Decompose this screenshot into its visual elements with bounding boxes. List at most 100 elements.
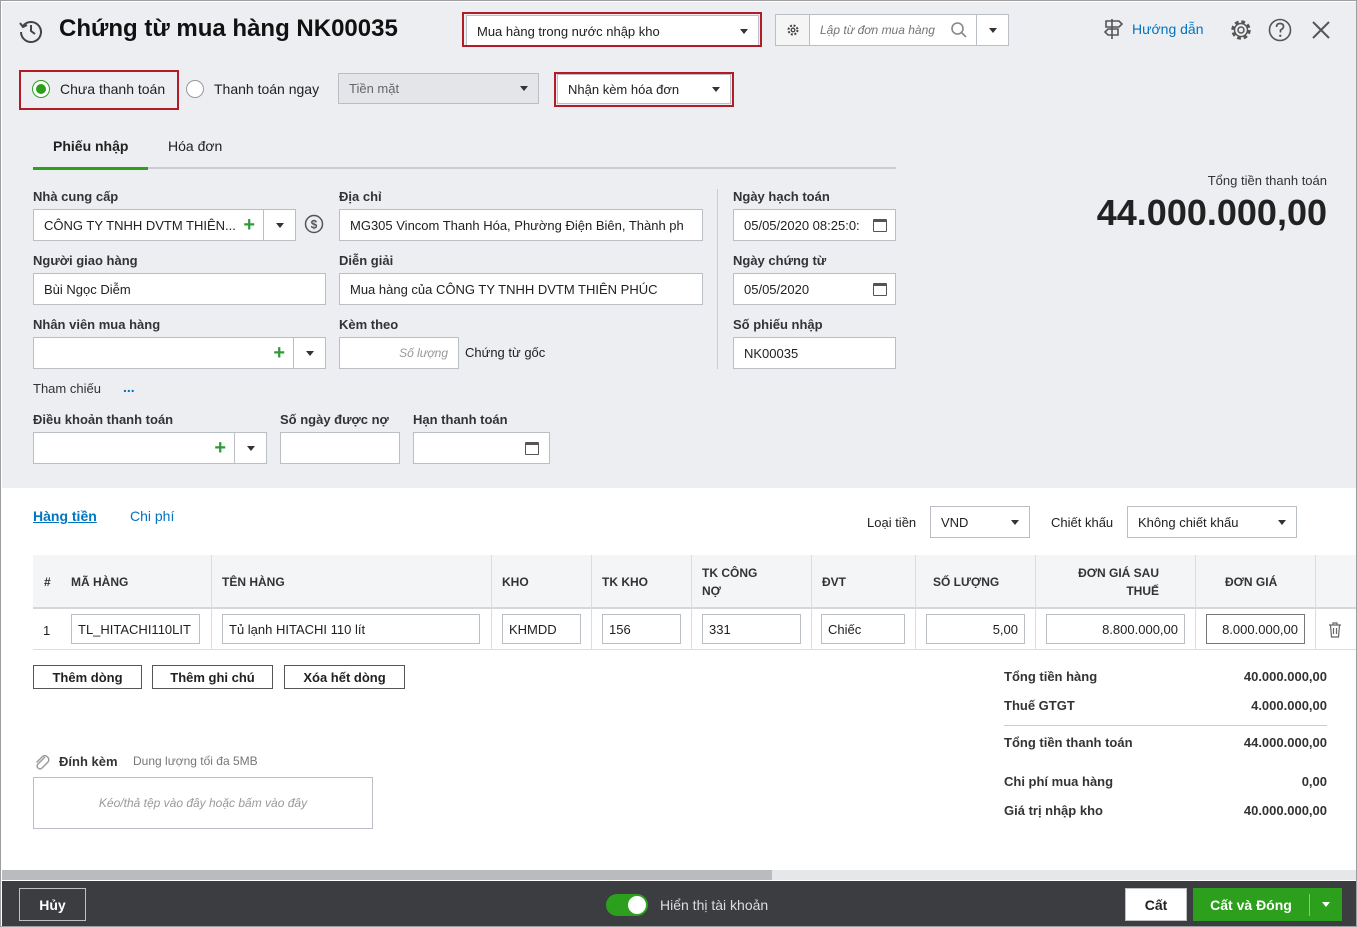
th-name: TÊN HÀNG (222, 575, 285, 589)
highlight-box (462, 12, 762, 47)
help-label: Hướng dẫn (1132, 21, 1204, 37)
chevron-down-icon (988, 27, 997, 33)
delete-all-rows-button[interactable]: Xóa hết dòng (284, 665, 405, 689)
cell-qty[interactable]: 5,00 (926, 614, 1025, 644)
discount-label: Chiết khấu (1051, 515, 1114, 530)
tab-receipt[interactable]: Phiếu nhập (53, 138, 128, 154)
paperclip-icon (36, 754, 50, 770)
add-buyer-icon[interactable]: + (273, 343, 285, 363)
calendar-icon[interactable] (525, 441, 539, 455)
add-row-button[interactable]: Thêm dòng (33, 665, 142, 689)
buyer-label: Nhân viên mua hàng (33, 317, 161, 332)
total-label: Tổng tiền thanh toán (1207, 173, 1327, 188)
posting-date-value: 05/05/2020 08:25:0: (744, 217, 860, 233)
toggle-knob (628, 896, 646, 914)
calendar-icon[interactable] (873, 218, 887, 232)
deliverer-field[interactable]: Bùi Ngọc Diễm (33, 273, 326, 305)
help-icon[interactable] (1268, 18, 1292, 42)
address-value: MG305 Vincom Thanh Hóa, Phường Điện Biên… (350, 217, 684, 233)
description-field[interactable]: Mua hàng của CÔNG TY TNHH DVTM THIÊN PHÚ… (339, 273, 703, 305)
attach-count-field[interactable]: Số lượng (339, 337, 459, 369)
th-code: MÃ HÀNG (71, 575, 129, 589)
buyer-field[interactable]: + (33, 337, 326, 369)
supplier-dropdown[interactable] (263, 210, 295, 240)
deliverer-label: Người giao hàng (33, 253, 138, 268)
cell-price-after-tax[interactable]: 8.800.000,00 (1046, 614, 1185, 644)
cancel-button[interactable]: Hủy (19, 888, 86, 921)
cell-stock-acc[interactable]: 156 (602, 614, 681, 644)
attachment-limit: Dung lượng tối đa 5MB (133, 754, 258, 768)
search-input[interactable] (810, 23, 950, 37)
th-stock-acc: TK KHO (602, 575, 648, 589)
th-payable-acc-1: TK CÔNG (702, 566, 758, 580)
buyer-dropdown[interactable] (293, 338, 325, 368)
dollar-icon[interactable]: $ (304, 214, 324, 234)
attachment-dropzone[interactable]: Kéo/thả tệp vào đây hoặc bấm vào đây (33, 777, 373, 829)
tabs-divider (33, 167, 896, 169)
address-label: Địa chỉ (339, 189, 382, 204)
address-field[interactable]: MG305 Vincom Thanh Hóa, Phường Điện Biên… (339, 209, 703, 241)
payment-terms-dropdown[interactable] (234, 433, 266, 463)
tab-cost[interactable]: Chi phí (130, 508, 174, 524)
supplier-label: Nhà cung cấp (33, 189, 119, 204)
reference-more-link[interactable]: ... (123, 379, 135, 395)
th-price-after-tax-2: THUẾ (1126, 584, 1159, 598)
tab-active-indicator (33, 167, 148, 170)
radio-pay-now[interactable]: Thanh toán ngay (186, 80, 319, 98)
radio-unpaid[interactable]: Chưa thanh toán (32, 80, 165, 98)
summary-label: Tổng tiền thanh toán (1004, 735, 1133, 750)
save-options-dropdown[interactable] (1310, 902, 1342, 907)
currency-select[interactable]: VND (930, 506, 1030, 538)
row-no: 1 (43, 623, 51, 638)
chevron-down-icon (275, 222, 284, 228)
cell-unit[interactable]: Chiếc (821, 614, 905, 644)
save-close-button[interactable]: Cất và Đóng (1193, 888, 1342, 921)
search-dropdown-button[interactable] (976, 15, 1008, 45)
credit-days-label: Số ngày được nợ (280, 412, 389, 427)
credit-days-field[interactable] (280, 432, 400, 464)
tab-goods[interactable]: Hàng tiền (33, 508, 97, 524)
due-date-label: Hạn thanh toán (413, 412, 508, 427)
show-account-toggle[interactable] (606, 894, 648, 916)
receipt-no-label: Số phiếu nhập (733, 317, 823, 332)
svg-text:$: $ (311, 218, 318, 232)
help-link[interactable]: Hướng dẫn (1102, 17, 1203, 41)
th-price: ĐƠN GIÁ (1225, 575, 1278, 589)
search-icon[interactable] (950, 21, 968, 39)
cell-code[interactable]: TL_HITACHI110LIT (71, 614, 200, 644)
attach-count-placeholder: Số lượng (399, 346, 448, 360)
cell-payable-acc[interactable]: 331 (702, 614, 801, 644)
tab-invoice[interactable]: Hóa đơn (168, 138, 222, 154)
close-icon[interactable] (1311, 20, 1331, 40)
voucher-date-label: Ngày chứng từ (733, 253, 827, 268)
horizontal-scrollbar[interactable] (2, 870, 1356, 880)
history-icon[interactable] (18, 18, 44, 44)
cell-warehouse[interactable]: KHMDD (502, 614, 581, 644)
due-date-field[interactable] (413, 432, 550, 464)
add-supplier-icon[interactable]: + (243, 215, 255, 235)
voucher-date-field[interactable]: 05/05/2020 (733, 273, 896, 305)
add-payment-term-icon[interactable]: + (214, 438, 226, 458)
col-divider (211, 555, 212, 649)
signpost-icon (1103, 19, 1124, 39)
calendar-icon[interactable] (873, 282, 887, 296)
trash-icon[interactable] (1327, 621, 1343, 638)
supplier-field[interactable]: CÔNG TY TNHH DVTM THIÊN... + (33, 209, 296, 241)
payment-method-select[interactable]: Tiền mặt (338, 73, 539, 104)
discount-value: Không chiết khấu (1138, 514, 1239, 530)
cell-name[interactable]: Tủ lạnh HITACHI 110 lít (222, 614, 480, 644)
save-button[interactable]: Cất (1125, 888, 1187, 921)
settings-small-icon[interactable] (776, 15, 810, 45)
posting-date-field[interactable]: 05/05/2020 08:25:0: (733, 209, 896, 241)
show-account-label: Hiển thị tài khoản (660, 897, 769, 913)
discount-select[interactable]: Không chiết khấu (1127, 506, 1297, 538)
chevron-down-icon (1322, 902, 1330, 907)
scrollbar-thumb[interactable] (2, 870, 772, 880)
add-note-button[interactable]: Thêm ghi chú (152, 665, 273, 689)
payment-terms-field[interactable]: + (33, 432, 267, 464)
receipt-no-field[interactable]: NK00035 (733, 337, 896, 369)
purchase-order-search[interactable] (775, 14, 1009, 46)
summary-value: 40.000.000,00 (1243, 669, 1327, 684)
cell-price[interactable]: 8.000.000,00 (1206, 614, 1305, 644)
gear-icon[interactable] (1228, 17, 1254, 43)
